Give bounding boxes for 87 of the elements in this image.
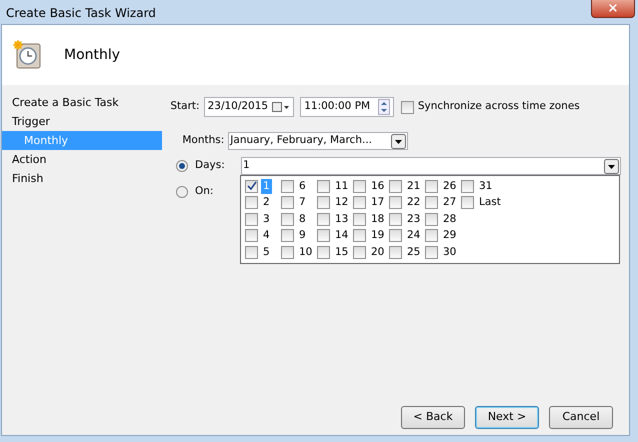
checkbox[interactable]: [245, 229, 258, 242]
checkbox[interactable]: [353, 180, 366, 193]
day-option[interactable]: 16: [369, 178, 386, 194]
checkbox[interactable]: [281, 229, 294, 242]
nav-item[interactable]: Action: [2, 150, 162, 169]
radio-button[interactable]: [176, 186, 188, 198]
day-option[interactable]: 15: [333, 244, 350, 260]
page-title: Monthly: [64, 46, 120, 64]
checkbox[interactable]: [281, 246, 294, 259]
checkbox[interactable]: [461, 196, 474, 210]
day-option[interactable]: 6: [297, 178, 308, 194]
checkbox[interactable]: [353, 229, 366, 242]
day-option[interactable]: 7: [297, 195, 308, 210]
day-option[interactable]: 20: [369, 244, 386, 260]
wizard-button[interactable]: Cancel: [549, 406, 613, 429]
nav-item[interactable]: Trigger: [2, 112, 162, 131]
day-option[interactable]: 31: [477, 178, 494, 194]
window-title: Create Basic Task Wizard: [6, 5, 156, 22]
checkbox[interactable]: [245, 246, 258, 259]
time-spinner[interactable]: 11:00:00 PM: [300, 97, 394, 117]
checkbox[interactable]: [281, 212, 294, 226]
day-option[interactable]: 13: [333, 212, 350, 227]
checkbox[interactable]: [317, 180, 330, 193]
day-option[interactable]: 29: [441, 228, 458, 244]
checkbox[interactable]: [389, 196, 402, 210]
checkbox[interactable]: [425, 180, 438, 193]
day-option[interactable]: 22: [405, 195, 422, 210]
day-option[interactable]: 9: [297, 228, 308, 244]
day-option[interactable]: 3: [261, 212, 272, 227]
day-option[interactable]: 10: [297, 244, 314, 260]
checkbox[interactable]: [353, 246, 366, 259]
day-option[interactable]: 24: [405, 228, 422, 244]
day-option[interactable]: 5: [261, 244, 272, 260]
sync-label: Synchronize across time zones: [418, 99, 580, 114]
checkbox[interactable]: [281, 196, 294, 210]
day-option[interactable]: 23: [405, 212, 422, 227]
checkbox[interactable]: [317, 196, 330, 210]
checkbox[interactable]: [425, 229, 438, 242]
checkbox[interactable]: [317, 246, 330, 259]
checkbox[interactable]: [400, 100, 414, 114]
checkbox[interactable]: [245, 180, 258, 193]
checkbox[interactable]: [245, 196, 258, 210]
checkbox[interactable]: [389, 246, 402, 259]
checkbox[interactable]: [425, 196, 438, 210]
wizard-button[interactable]: < Back: [401, 406, 465, 429]
mode-label: On:: [195, 184, 214, 199]
checkbox[interactable]: [353, 196, 366, 210]
days-field[interactable]: 1: [241, 157, 621, 175]
day-option[interactable]: 19: [369, 228, 386, 244]
checkbox[interactable]: [317, 229, 330, 242]
day-option[interactable]: 30: [441, 244, 458, 260]
nav-item[interactable]: Create a Basic Task: [2, 93, 162, 112]
months-dropdown[interactable]: January, February, March...: [228, 132, 408, 150]
calendar-dropdown-icon[interactable]: [272, 102, 290, 112]
day-option[interactable]: 18: [369, 212, 386, 227]
checkbox[interactable]: [281, 180, 294, 193]
mode-label: Days:: [195, 158, 226, 174]
day-option[interactable]: 27: [441, 195, 458, 210]
radio-button[interactable]: [176, 160, 188, 172]
day-option[interactable]: Last: [477, 195, 503, 210]
checkbox[interactable]: [425, 212, 438, 226]
wizard-button[interactable]: Next >: [475, 406, 539, 429]
checkbox[interactable]: [461, 180, 474, 193]
day-option[interactable]: 12: [333, 195, 350, 210]
checkbox[interactable]: [245, 212, 258, 226]
day-option[interactable]: 21: [405, 178, 422, 194]
task-clock-icon: [12, 40, 42, 70]
nav-item[interactable]: Finish: [2, 169, 162, 188]
checkbox[interactable]: [389, 212, 402, 226]
day-option[interactable]: 28: [441, 212, 458, 227]
day-option[interactable]: 17: [369, 195, 386, 210]
day-option[interactable]: 11: [333, 178, 350, 194]
checkbox[interactable]: [389, 180, 402, 193]
day-option[interactable]: 25: [405, 244, 422, 260]
day-option[interactable]: 8: [297, 212, 308, 227]
checkbox[interactable]: [317, 212, 330, 226]
day-option[interactable]: 14: [333, 228, 350, 244]
day-option[interactable]: 26: [441, 178, 458, 194]
checkbox[interactable]: [353, 212, 366, 226]
checkbox[interactable]: [389, 229, 402, 242]
start-label: Start:: [170, 99, 200, 114]
months-label: Months:: [182, 133, 224, 148]
day-option[interactable]: 4: [261, 228, 272, 244]
date-picker[interactable]: 23/10/2015: [204, 97, 294, 117]
spinner-arrows-icon[interactable]: [378, 99, 390, 115]
day-option[interactable]: 2: [261, 195, 272, 210]
checkbox[interactable]: [425, 246, 438, 259]
